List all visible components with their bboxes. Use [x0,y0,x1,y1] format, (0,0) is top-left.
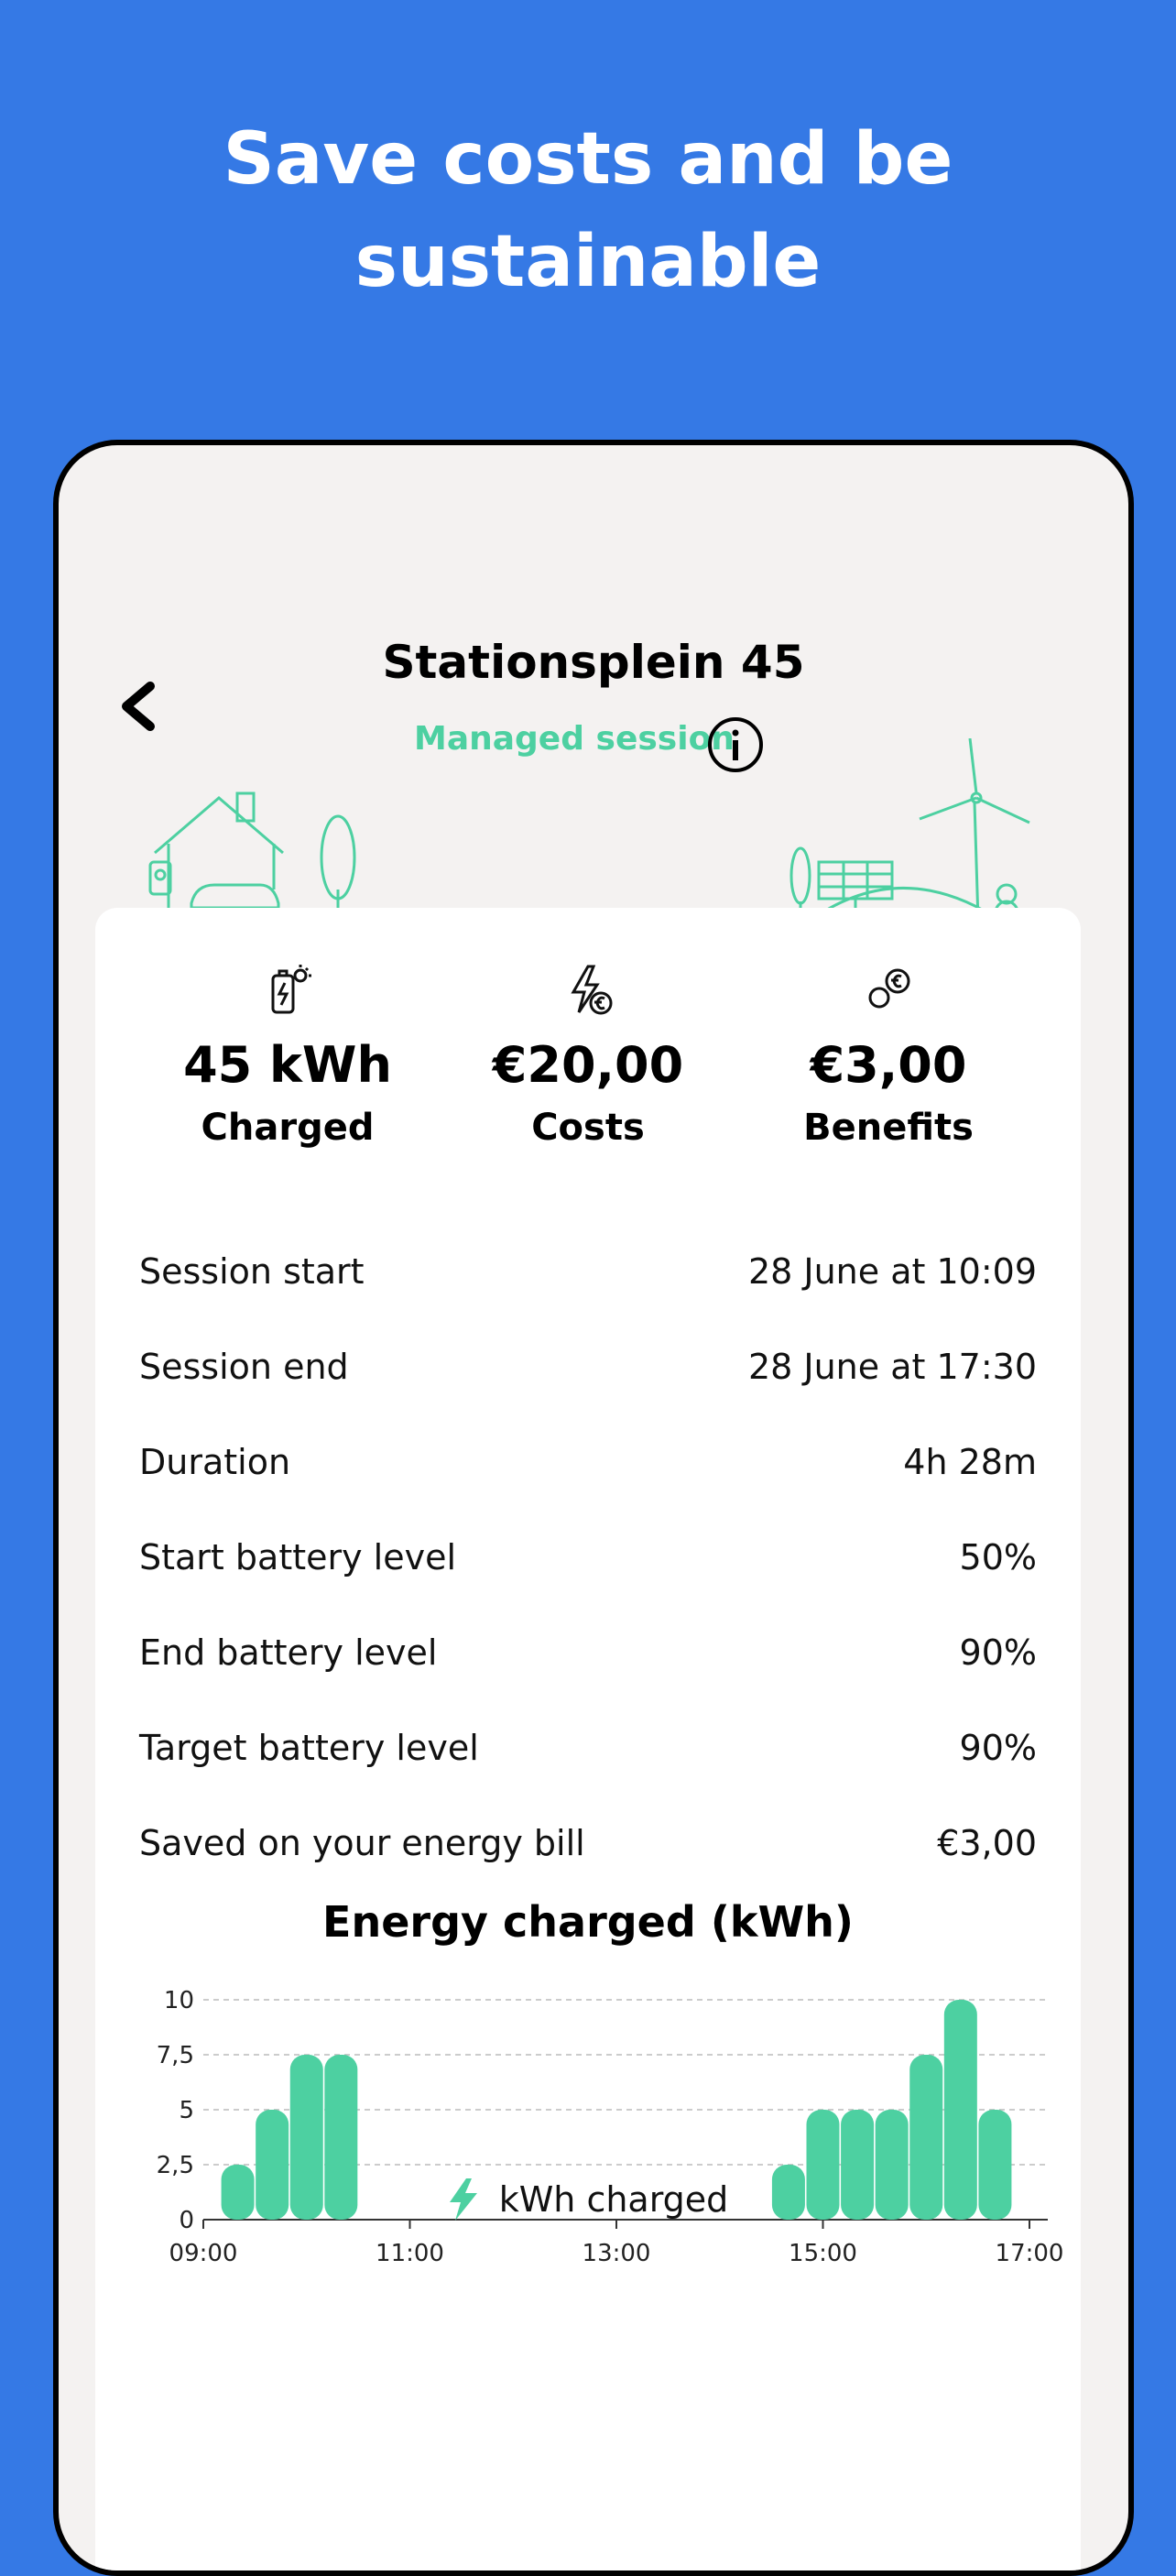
session-details: Session start 28 June at 10:09 Session e… [139,1224,1037,1891]
chart-legend: kWh charged [95,2172,1081,2227]
headline: Save costs and be sustainable [0,108,1176,313]
lightning-bolt-icon [449,2178,477,2221]
detail-row: Duration 4h 28m [139,1414,1037,1510]
coins-euro-icon [868,968,910,1009]
detail-value: 90% [959,1728,1037,1768]
stat-benefits-label: Benefits [803,1107,974,1149]
bolt-euro-icon [571,965,613,1015]
detail-value: €3,00 [937,1823,1037,1863]
detail-label: Session start [139,1251,365,1292]
detail-value: 28 June at 10:09 [747,1251,1037,1292]
chart-title: Energy charged (kWh) [322,1897,854,1947]
stat-benefits-value: €3,00 [810,1036,967,1094]
battery-sun-icon [271,965,311,1014]
stat-costs: €20,00 Costs [451,963,725,1149]
x-tick-label: 11:00 [376,2240,444,2267]
detail-row: Target battery level 90% [139,1700,1037,1796]
energy-chart: 02,557,51009:00 11:00 13:00 15:00 17:00 [157,1987,1064,2267]
detail-label: Target battery level [139,1728,479,1768]
headline-line1: Save costs and be [223,118,953,201]
detail-value: 4h 28m [903,1442,1037,1482]
headline-line2: sustainable [354,221,822,303]
session-card: 45 kWh Charged €20,00 Costs €3,00 Benefi… [95,908,1081,2571]
x-tick-label: 09:00 [169,2240,238,2267]
x-tick-label: 17:00 [996,2240,1064,2267]
detail-row: Saved on your energy bill €3,00 [139,1796,1037,1891]
stat-charged-label: Charged [201,1107,375,1149]
stat-costs-label: Costs [531,1107,645,1149]
x-tick-label: 15:00 [789,2240,857,2267]
stat-benefits: €3,00 Benefits [751,963,1026,1149]
y-tick-label: 7,5 [157,2042,194,2069]
detail-row: Session end 28 June at 17:30 [139,1319,1037,1414]
managed-session-label: Managed session [414,720,735,758]
detail-row: Session start 28 June at 10:09 [139,1224,1037,1319]
phone-frame: Stationsplein 45 Managed session 45 kWh … [53,440,1134,2576]
detail-row: End battery level 90% [139,1605,1037,1700]
detail-label: Start battery level [139,1537,457,1577]
detail-value: 50% [959,1537,1037,1577]
detail-label: Duration [139,1442,291,1482]
stat-charged-value: 45 kWh [183,1036,392,1094]
detail-value: 28 June at 17:30 [747,1347,1037,1387]
y-tick-label: 10 [164,1987,194,2014]
stat-costs-value: €20,00 [492,1036,684,1094]
info-icon[interactable] [707,716,764,773]
y-tick-label: 5 [179,2097,194,2124]
solar-wind-illustration [789,738,1031,935]
legend-label: kWh charged [498,2179,729,2220]
page-title: Stationsplein 45 [382,636,805,689]
detail-row: Start battery level 50% [139,1510,1037,1605]
detail-value: 90% [959,1632,1037,1673]
detail-label: End battery level [139,1632,438,1673]
detail-label: Saved on your energy bill [139,1823,585,1863]
x-tick-label: 13:00 [583,2240,651,2267]
stat-charged: 45 kWh Charged [150,963,425,1149]
detail-label: Session end [139,1347,349,1387]
